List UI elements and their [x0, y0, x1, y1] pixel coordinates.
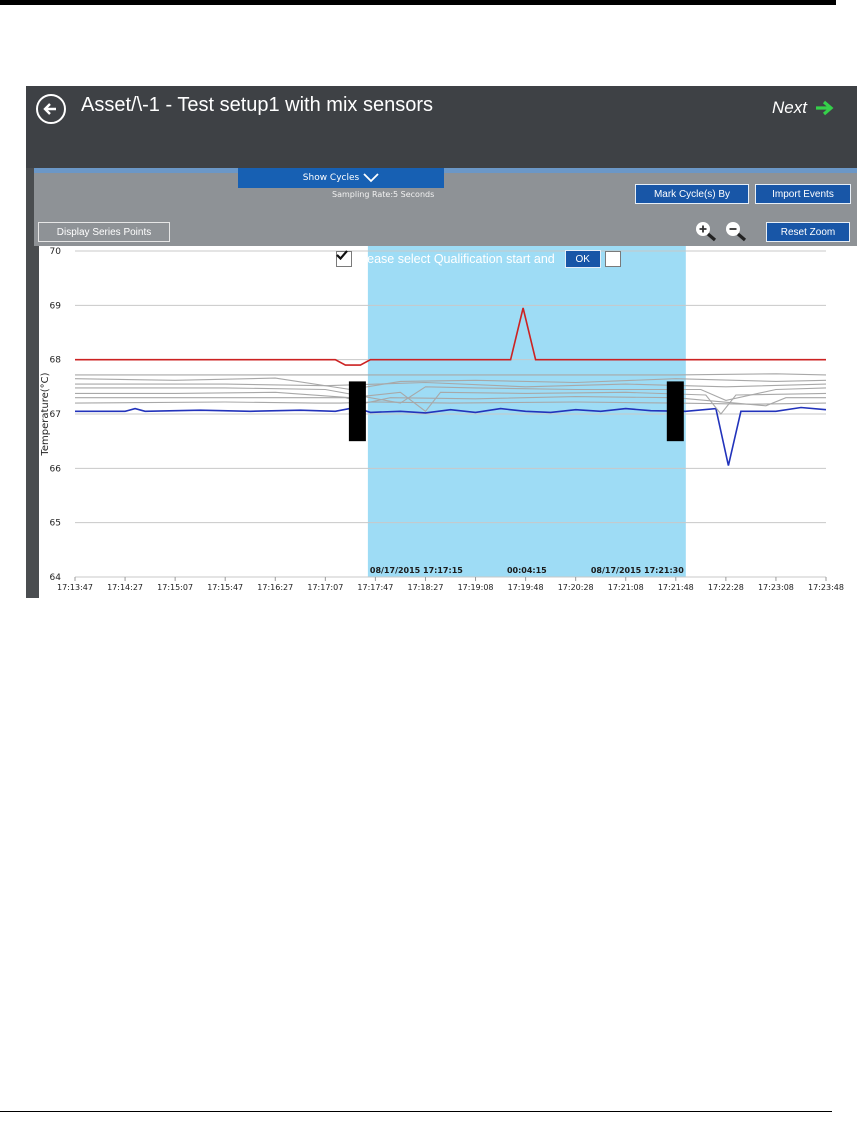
- x-tick-label: 17:19:08: [458, 583, 494, 592]
- x-tick-label: 17:21:48: [658, 583, 694, 592]
- next-button[interactable]: Next: [772, 98, 835, 118]
- temperature-chart: 64 65 66 67 68 69 70 Temperature(°C) 17:13:47 17:…: [34, 246, 857, 598]
- reset-zoom-button[interactable]: Reset Zoom: [766, 222, 850, 242]
- qualification-prompt-text: Please select Qualification start and: [356, 252, 555, 266]
- selection-duration-label: 00:04:15: [507, 566, 547, 575]
- chart-toolbar: Show Cycles Sampling Rate:5 Seconds Mark…: [34, 168, 857, 246]
- qualification-prompt: Please select Qualification start and OK: [336, 250, 621, 268]
- x-tick-label: 17:13:47: [57, 583, 93, 592]
- selection-end-handle: [666, 381, 684, 442]
- selection-start-label: 08/17/2015 17:17:15: [370, 566, 463, 575]
- sampling-rate-text: Sampling Rate:5 Seconds: [332, 190, 435, 199]
- checkmark-icon: [336, 250, 348, 260]
- chart-left-border: [34, 246, 39, 598]
- x-tick-label: 17:14:27: [107, 583, 143, 592]
- x-tick-label: 17:15:47: [207, 583, 243, 592]
- y-tick-label: 68: [50, 356, 62, 366]
- arrow-right-icon: [816, 100, 834, 116]
- app-screenshot: Asset/\-1 - Test setup1 with mix sensors…: [26, 86, 857, 598]
- y-tick-label: 69: [50, 301, 62, 311]
- y-tick-label: 70: [50, 247, 62, 257]
- title-bar: Asset/\-1 - Test setup1 with mix sensors…: [26, 86, 857, 168]
- x-tick-label: 17:17:47: [357, 583, 393, 592]
- x-tick-label: 17:19:48: [508, 583, 544, 592]
- y-tick-label: 67: [50, 410, 61, 420]
- chevron-down-icon: [363, 173, 379, 183]
- y-tick-label: 64: [50, 573, 62, 583]
- ok-button[interactable]: OK: [564, 250, 601, 268]
- x-tick-label: 17:16:27: [257, 583, 293, 592]
- display-series-points-button[interactable]: Display Series Points: [38, 222, 170, 242]
- y-tick-label: 66: [50, 464, 62, 474]
- top-rule: [0, 0, 836, 5]
- bottom-rule: [0, 1111, 832, 1112]
- chart-svg: 64 65 66 67 68 69 70 Temperature(°C) 17:13:47 17:…: [34, 246, 844, 598]
- next-label: Next: [772, 98, 807, 117]
- zoom-out-icon[interactable]: [724, 220, 750, 242]
- x-tick-label: 17:23:48: [808, 583, 844, 592]
- x-tick-label: 17:21:08: [608, 583, 644, 592]
- x-tick-label: 17:17:07: [307, 583, 343, 592]
- show-cycles-button[interactable]: Show Cycles: [238, 168, 444, 188]
- back-arrow-circle-icon[interactable]: [36, 94, 66, 124]
- x-tick-label: 17:22:28: [708, 583, 744, 592]
- import-events-button[interactable]: Import Events: [755, 184, 851, 204]
- selection-start-handle: [348, 381, 366, 442]
- y-axis-label: Temperature(°C): [40, 372, 51, 456]
- toolbar-strip: [34, 168, 857, 173]
- x-tick-label: 17:23:08: [758, 583, 794, 592]
- zoom-in-icon[interactable]: [694, 220, 720, 242]
- x-tick-label: 17:18:27: [407, 583, 443, 592]
- y-tick-label: 65: [50, 519, 61, 529]
- mark-cycles-button[interactable]: Mark Cycle(s) By: [635, 184, 749, 204]
- x-tick-label: 17:15:07: [157, 583, 193, 592]
- selection-end-label: 08/17/2015 17:21:30: [591, 566, 684, 575]
- prompt-checkbox-right[interactable]: [336, 250, 621, 267]
- x-tick-label: 17:20:28: [558, 583, 594, 592]
- page-title: Asset/\-1 - Test setup1 with mix sensors: [81, 94, 433, 116]
- show-cycles-label: Show Cycles: [302, 173, 360, 183]
